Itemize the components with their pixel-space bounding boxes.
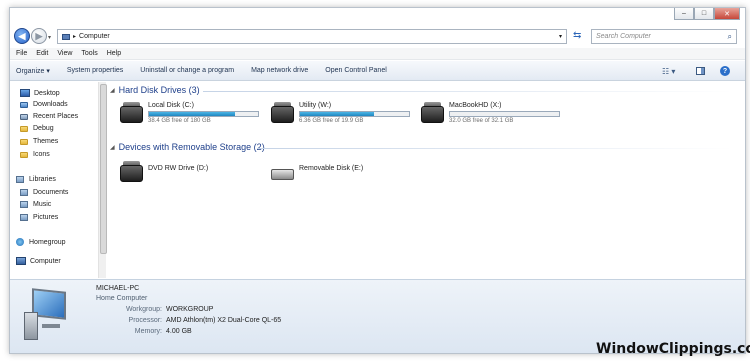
drive-name: Local Disk (C:) — [148, 102, 194, 109]
drive-name: MacBookHD (X:) — [449, 102, 502, 109]
menu-help[interactable]: Help — [107, 50, 121, 57]
folder-icon — [20, 125, 28, 132]
navigation-pane: Desktop Downloads Recent Places Debug Th… — [10, 82, 98, 342]
computer-icon — [62, 33, 70, 40]
drive-name: DVD RW Drive (D:) — [148, 165, 209, 172]
drive-x[interactable]: MacBookHD (X:) 32.0 GB free of 32.1 GB — [421, 102, 560, 125]
command-bar: Organize ▾ System properties Uninstall o… — [10, 61, 745, 81]
menu-view[interactable]: View — [57, 50, 72, 57]
address-dropdown-icon[interactable]: ▾ — [559, 33, 562, 40]
menu-bar: File Edit View Tools Help — [10, 48, 745, 60]
content-pane: ◢ Hard Disk Drives (3) Local Disk (C:) 3… — [107, 82, 745, 278]
nav-computer[interactable]: Computer — [16, 257, 61, 265]
hard-drive-icon — [421, 102, 444, 125]
organize-button[interactable]: Organize ▾ — [16, 67, 50, 75]
homegroup-icon — [16, 238, 24, 246]
drive-c[interactable]: Local Disk (C:) 38.4 GB free of 180 GB — [120, 102, 259, 125]
maximize-button[interactable]: □ — [694, 8, 714, 20]
nav-icons[interactable]: Icons — [20, 151, 50, 158]
drive-free-space: 38.4 GB free of 180 GB — [148, 118, 211, 124]
scrollbar-thumb[interactable] — [100, 84, 107, 254]
drive-name: Utility (W:) — [299, 102, 332, 109]
drive-free-space: 6.36 GB free of 19.9 GB — [299, 118, 364, 124]
nav-pictures[interactable]: Pictures — [20, 214, 58, 221]
recent-pages-icon[interactable]: ▾ — [48, 34, 51, 41]
system-properties-button[interactable]: System properties — [67, 67, 123, 74]
search-input[interactable]: Search Computer ⌕ — [591, 29, 737, 44]
nav-homegroup[interactable]: Homegroup — [16, 238, 66, 246]
folder-icon — [20, 138, 28, 145]
menu-tools[interactable]: Tools — [81, 50, 97, 57]
nav-documents[interactable]: Documents — [20, 189, 68, 196]
collapse-arrow-icon: ◢ — [110, 87, 115, 94]
address-bar[interactable]: ▸ Computer ▾ — [57, 29, 567, 44]
minimize-button[interactable]: ‒ — [674, 8, 694, 20]
folder-icon — [20, 151, 28, 158]
collapse-arrow-icon: ◢ — [110, 144, 115, 151]
nav-music[interactable]: Music — [20, 201, 51, 208]
computer-name: MICHAEL-PC — [96, 285, 140, 292]
address-row: ◀ ▶ ▾ ▸ Computer ▾ ⇆ Search Computer ⌕ — [10, 26, 745, 48]
libraries-icon — [16, 176, 24, 183]
removable-group-header[interactable]: ◢ Devices with Removable Storage (2) — [110, 142, 265, 152]
open-control-panel-button[interactable]: Open Control Panel — [325, 67, 386, 74]
nav-downloads[interactable]: Downloads — [20, 101, 68, 108]
arrow-left-icon: ◀ — [18, 30, 26, 41]
title-bar: ‒ □ ✕ — [10, 8, 745, 26]
removable-disk-icon — [271, 161, 294, 184]
hard-drive-icon — [271, 102, 294, 125]
preview-pane-icon[interactable] — [696, 67, 705, 75]
nav-recent-places[interactable]: Recent Places — [20, 113, 78, 120]
desktop-icon — [20, 89, 30, 97]
drive-e[interactable]: Removable Disk (E:) — [271, 161, 363, 184]
map-network-drive-button[interactable]: Map network drive — [251, 67, 308, 74]
group-divider — [203, 91, 733, 92]
search-placeholder: Search Computer — [596, 33, 651, 40]
computer-icon — [16, 257, 26, 265]
nav-libraries[interactable]: Libraries — [16, 176, 56, 183]
nav-themes[interactable]: Themes — [20, 138, 58, 145]
nav-desktop[interactable]: Desktop — [20, 89, 60, 97]
computer-large-icon — [24, 288, 70, 342]
dvd-drive-icon — [120, 161, 143, 184]
forward-button[interactable]: ▶ — [31, 28, 47, 44]
menu-file[interactable]: File — [16, 50, 27, 57]
navigation-scrollbar[interactable] — [98, 82, 107, 278]
computer-subtitle: Home Computer — [96, 295, 148, 302]
hard-drive-icon — [120, 102, 143, 125]
hard-disk-group-header[interactable]: ◢ Hard Disk Drives (3) — [110, 85, 200, 95]
drive-usage-bar — [148, 111, 259, 117]
drive-usage-bar — [299, 111, 410, 117]
refresh-icon[interactable]: ⇆ — [573, 30, 581, 41]
close-button[interactable]: ✕ — [714, 8, 740, 20]
pictures-icon — [20, 214, 28, 221]
menu-edit[interactable]: Edit — [36, 50, 48, 57]
recent-places-icon — [20, 113, 28, 120]
documents-icon — [20, 189, 28, 196]
nav-debug[interactable]: Debug — [20, 125, 54, 132]
explorer-window: ‒ □ ✕ ◀ ▶ ▾ ▸ Computer ▾ ⇆ Search Comput… — [9, 7, 746, 354]
uninstall-program-button[interactable]: Uninstall or change a program — [140, 67, 234, 74]
arrow-right-icon: ▶ — [35, 30, 43, 41]
drive-w[interactable]: Utility (W:) 6.36 GB free of 19.9 GB — [271, 102, 410, 125]
drive-usage-fill — [149, 112, 236, 116]
drive-usage-fill — [300, 112, 375, 116]
breadcrumb-arrow-icon: ▸ — [73, 34, 77, 40]
drive-free-space: 32.0 GB free of 32.1 GB — [449, 118, 514, 124]
music-icon — [20, 201, 28, 208]
drive-d[interactable]: DVD RW Drive (D:) — [120, 161, 208, 184]
drive-name: Removable Disk (E:) — [299, 165, 364, 172]
search-icon[interactable]: ⌕ — [728, 32, 732, 42]
watermark: WindowClippings.com — [596, 341, 750, 357]
group-divider — [257, 148, 733, 149]
back-button[interactable]: ◀ — [14, 28, 30, 44]
drive-usage-bar — [449, 111, 560, 117]
change-view-icon[interactable]: ☷ ▾ — [662, 67, 675, 76]
downloads-folder-icon — [20, 101, 28, 108]
breadcrumb-computer[interactable]: Computer — [79, 33, 110, 40]
help-icon[interactable]: ? — [720, 66, 730, 76]
